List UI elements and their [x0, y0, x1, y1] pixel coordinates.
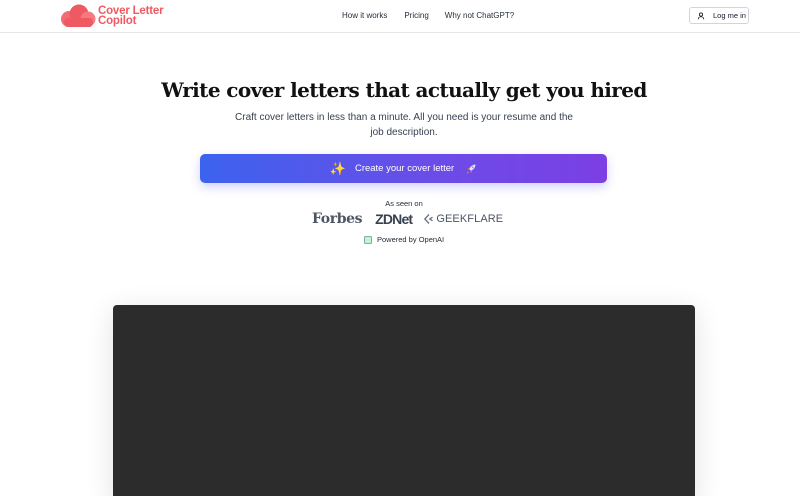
- brand-logo[interactable]: Cover Letter Copilot: [60, 4, 164, 28]
- press-logos: Forbes ZDNet GEEKFLARE: [312, 211, 503, 227]
- hero-subtitle: Craft cover letters in less than a minut…: [235, 112, 573, 138]
- hero-title: Write cover letters that actually get yo…: [161, 78, 647, 102]
- openai-icon: [364, 235, 372, 244]
- create-cover-letter-button[interactable]: ✨ Create your cover letter: [200, 154, 607, 183]
- geekflare-logo: GEEKFLARE: [423, 213, 503, 225]
- sparkles-icon: ✨: [329, 160, 346, 176]
- user-icon: [697, 12, 705, 19]
- nav-why-not-chatgpt[interactable]: Why not ChatGPT?: [445, 11, 514, 20]
- login-label: Log me in: [713, 11, 746, 20]
- nav-pricing[interactable]: Pricing: [404, 11, 428, 20]
- as-seen-on-label: As seen on: [385, 199, 423, 208]
- cloud-logo-icon: [61, 4, 96, 27]
- login-button[interactable]: Log me in: [689, 7, 749, 24]
- site-header: Cover Letter Copilot How it works Pricin…: [0, 0, 800, 33]
- powered-by-openai: Powered by OpenAI: [364, 235, 444, 244]
- rocket-icon: [467, 164, 476, 173]
- cta-label: Create your cover letter: [354, 163, 455, 174]
- geekflare-text: GEEKFLARE: [436, 213, 504, 225]
- brand-name-line2: Copilot: [98, 15, 137, 27]
- geekflare-mark-icon: [424, 214, 434, 224]
- main-nav: How it works Pricing Why not ChatGPT?: [342, 11, 514, 20]
- nav-how-it-works[interactable]: How it works: [342, 11, 387, 20]
- zdnet-logo: ZDNet: [375, 211, 413, 227]
- powered-by-label: Powered by OpenAI: [377, 235, 445, 244]
- demo-video[interactable]: [113, 305, 695, 496]
- brand-name: Cover Letter Copilot: [98, 5, 164, 27]
- forbes-logo: Forbes: [312, 211, 363, 227]
